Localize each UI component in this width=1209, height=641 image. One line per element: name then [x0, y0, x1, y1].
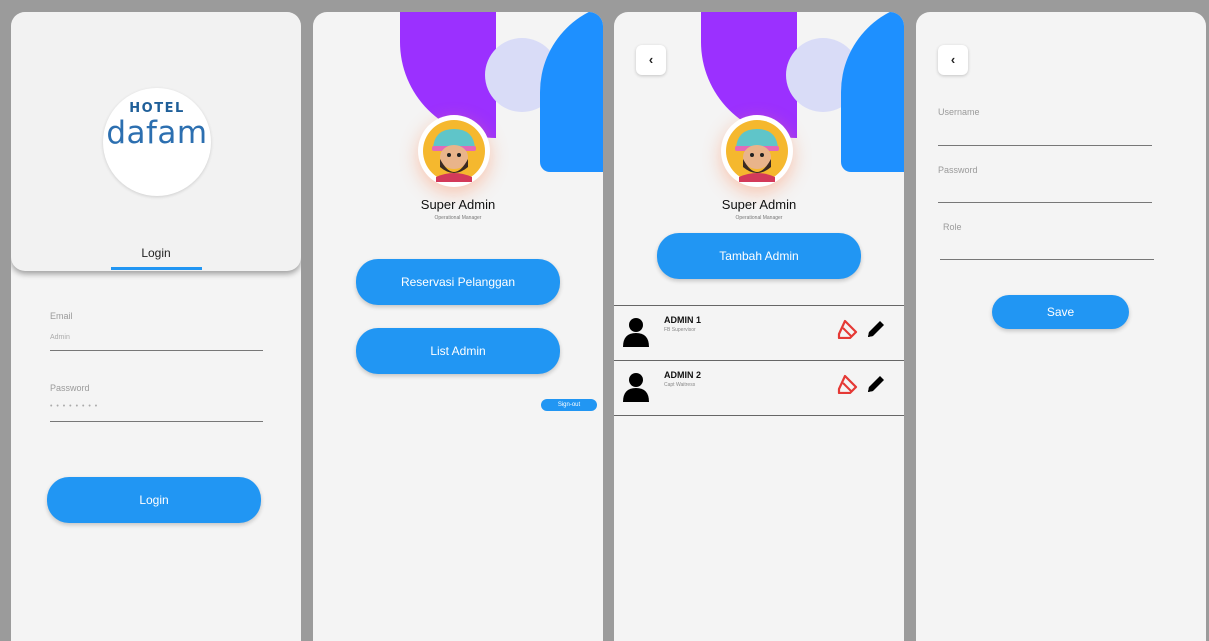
eraser-icon[interactable] [837, 374, 859, 394]
tambah-admin-button[interactable]: Tambah Admin [657, 233, 861, 279]
reservasi-pelanggan-button[interactable]: Reservasi Pelanggan [356, 259, 560, 305]
admin-list-screen: ‹ Super Admin Operational Manager Tambah… [614, 12, 904, 641]
admin-role: Capt Waitress [664, 382, 696, 388]
admin-name: ADMIN 1 [664, 315, 702, 325]
user-icon [623, 373, 649, 402]
password-field[interactable] [938, 202, 1152, 203]
admin-name: ADMIN 2 [664, 370, 702, 380]
role-field[interactable] [940, 259, 1154, 260]
add-admin-form-screen: ‹ Username Password Role Save [916, 12, 1206, 641]
login-header-card: HOTEL dafam Login [11, 12, 301, 271]
avatar-illustration [726, 120, 788, 182]
user-name: Super Admin [420, 197, 496, 212]
user-role: Operational Manager [434, 215, 482, 221]
avatar [721, 115, 793, 187]
list-item[interactable]: ADMIN 1 FB Supervisor [614, 305, 904, 361]
email-field[interactable]: Admin [50, 334, 70, 341]
username-label: Username [938, 107, 980, 117]
chevron-left-icon: ‹ [648, 52, 654, 67]
password-label: Password [50, 383, 90, 393]
username-field[interactable] [938, 145, 1152, 146]
chevron-left-icon: ‹ [950, 52, 956, 67]
login-button[interactable]: Login [47, 477, 261, 523]
user-role: Operational Manager [735, 215, 783, 221]
avatar-illustration [423, 120, 485, 182]
logo-hotel-text: HOTEL [129, 101, 185, 116]
decor-blue-shape [841, 12, 904, 172]
user-icon [623, 318, 649, 347]
pencil-icon[interactable] [866, 319, 886, 339]
pencil-icon[interactable] [866, 374, 886, 394]
tab-login[interactable]: Login [11, 246, 301, 260]
sign-out-button[interactable]: Sign-out [541, 399, 597, 411]
list-item[interactable]: ADMIN 2 Capt Waitress [614, 360, 904, 416]
save-button[interactable]: Save [992, 295, 1129, 329]
user-name: Super Admin [721, 197, 797, 212]
decor-blue-shape [540, 12, 603, 172]
password-underline [50, 421, 263, 422]
email-underline [50, 350, 263, 351]
list-admin-button[interactable]: List Admin [356, 328, 560, 374]
eraser-icon[interactable] [837, 319, 859, 339]
email-label: Email [50, 311, 73, 321]
back-button[interactable]: ‹ [636, 45, 666, 75]
avatar [418, 115, 490, 187]
password-field[interactable]: • • • • • • • • [50, 403, 98, 410]
logo-brand-text: dafam [106, 115, 208, 151]
back-button[interactable]: ‹ [938, 45, 968, 75]
dashboard-screen: Super Admin Operational Manager Reservas… [313, 12, 603, 641]
role-label: Role [943, 222, 962, 232]
admin-role: FB Supervisor [664, 327, 696, 333]
tab-login-indicator [111, 267, 202, 270]
login-screen: HOTEL dafam Login Email Admin Password •… [11, 12, 301, 641]
password-label: Password [938, 165, 978, 175]
hotel-logo: HOTEL dafam [103, 88, 211, 196]
